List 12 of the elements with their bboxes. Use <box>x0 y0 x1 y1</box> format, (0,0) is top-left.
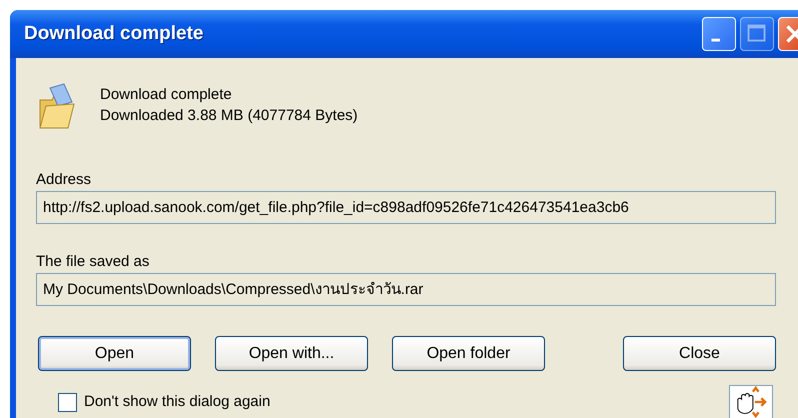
window-title: Download complete <box>24 22 204 46</box>
download-size-text: Downloaded 3.88 MB (4077784 Bytes) <box>100 106 358 126</box>
saved-as-label: The file saved as <box>36 254 150 270</box>
dialog-button[interactable]: Close <box>623 336 776 371</box>
saved-as-field[interactable]: My Documents\Downloads\Compressed\งานประจำวัน.rar <box>36 273 776 306</box>
dialog-button[interactable]: Open <box>38 336 191 371</box>
dialog-button[interactable]: Open folder <box>392 336 545 371</box>
status-heading: Download complete <box>100 85 233 105</box>
dialog-button[interactable]: Open with... <box>215 336 368 371</box>
address-label: Address <box>36 172 92 188</box>
checkbox-label: Don't show this dialog again <box>84 392 270 412</box>
address-field[interactable]: http://fs2.upload.sanook.com/get_file.php?file_id=c898adf09526fe71c426473541ea3cb6 <box>36 191 776 224</box>
